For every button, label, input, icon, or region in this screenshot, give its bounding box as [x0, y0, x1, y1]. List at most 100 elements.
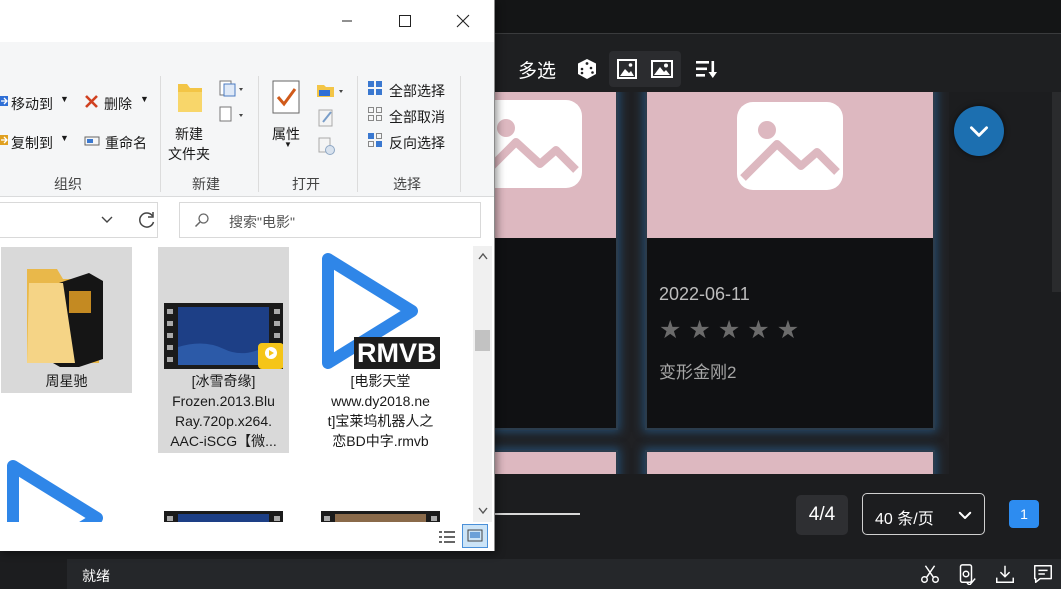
- select-none-icon: [368, 107, 382, 121]
- explorer-status-bar: [0, 522, 494, 551]
- thumbnail-placeholder: [647, 452, 933, 474]
- new-folder-icon: [178, 84, 202, 112]
- close-button[interactable]: [440, 0, 486, 42]
- file-explorer-window: ? 移动到 ▼ 删除 ▼ 复制到 ▼ 重命名 组织 新建 文件夹 新建 属性 ▼…: [0, 0, 495, 551]
- star-icon[interactable]: ★: [659, 318, 681, 343]
- status-text: 就绪: [82, 568, 110, 584]
- star-icon[interactable]: ★: [688, 318, 710, 343]
- edit-icon[interactable]: [318, 108, 336, 128]
- image-filled-icon[interactable]: [649, 56, 675, 82]
- sort-list-icon[interactable]: [693, 56, 719, 82]
- page-size-select[interactable]: 40 条/页: [862, 493, 985, 535]
- large-icons-view-button[interactable]: [462, 524, 488, 548]
- rmvb-badge: RMVB: [354, 337, 440, 369]
- new-folder-label-line1[interactable]: 新建: [175, 124, 203, 144]
- image-outline-icon[interactable]: [614, 56, 640, 82]
- ribbon-divider: [258, 76, 259, 192]
- properties-icon: [272, 80, 300, 114]
- file-item-folder[interactable]: 周星驰: [1, 247, 132, 393]
- play-file-icon[interactable]: [5, 458, 105, 522]
- easy-access-icon[interactable]: [219, 106, 247, 124]
- group-label-open: 打开: [292, 176, 320, 192]
- delete-button[interactable]: 删除: [104, 94, 132, 114]
- large-icons-view-icon: [467, 529, 483, 542]
- media-card[interactable]: [494, 92, 618, 430]
- dropdown-arrow-icon[interactable]: ▼: [140, 94, 149, 104]
- star-rating[interactable]: ★ ★ ★ ★ ★: [659, 318, 799, 343]
- invert-selection-button[interactable]: 反向选择: [389, 133, 445, 153]
- dropdown-arrow-icon[interactable]: ▼: [60, 133, 69, 143]
- media-card[interactable]: [494, 450, 618, 474]
- status-bar: [67, 559, 1061, 589]
- image-placeholder-icon: [737, 102, 843, 190]
- file-item-video[interactable]: [冰雪奇缘] Frozen.2013.Blu Ray.720p.x264. AA…: [158, 247, 289, 453]
- video-thumbnail-icon[interactable]: [164, 511, 283, 522]
- open-icon[interactable]: [316, 82, 346, 100]
- new-item-icon[interactable]: [219, 80, 247, 98]
- select-all-icon: [368, 81, 382, 95]
- chevron-down-icon: [958, 511, 972, 519]
- star-icon[interactable]: ★: [777, 318, 799, 343]
- screenshot-icon[interactable]: [955, 563, 977, 585]
- move-to-icon: [0, 96, 8, 106]
- copy-to-icon: [0, 135, 8, 145]
- chevron-down-icon[interactable]: [100, 215, 114, 225]
- close-icon: [456, 14, 470, 28]
- new-folder-label-line2[interactable]: 文件夹: [168, 144, 210, 164]
- card-title: 变形金刚2: [659, 363, 737, 382]
- maximize-button[interactable]: [382, 0, 428, 42]
- ribbon-divider: [357, 76, 358, 192]
- dropdown-arrow-icon[interactable]: ▼: [284, 140, 292, 149]
- select-none-button[interactable]: 全部取消: [389, 107, 445, 127]
- move-to-button[interactable]: 移动到: [11, 94, 53, 114]
- rename-button[interactable]: 重命名: [105, 133, 147, 153]
- select-all-button[interactable]: 全部选择: [389, 81, 445, 101]
- search-icon: [194, 213, 209, 228]
- details-view-icon[interactable]: [438, 529, 456, 545]
- copy-to-button[interactable]: 复制到: [11, 133, 53, 153]
- file-name: [冰雪奇缘] Frozen.2013.Blu Ray.720p.x264. AA…: [170, 373, 277, 449]
- image-placeholder-icon: [494, 100, 582, 188]
- dropdown-arrow-icon[interactable]: ▼: [60, 94, 69, 104]
- ribbon-divider: [160, 76, 161, 192]
- scroll-down-button[interactable]: [954, 106, 1004, 156]
- page-button-current[interactable]: 1: [1009, 500, 1039, 528]
- history-icon[interactable]: [318, 136, 336, 156]
- maximize-icon: [399, 15, 411, 27]
- download-icon[interactable]: [994, 563, 1016, 585]
- file-list: 周星驰 [冰雪奇缘] Frozen.2013.Blu Ray.720p.x264…: [0, 246, 472, 522]
- media-grid: 2022-06-11 ★ ★ ★ ★ ★ 变形金刚2: [494, 92, 949, 474]
- scissors-icon[interactable]: [919, 563, 941, 585]
- dice-icon[interactable]: [574, 56, 600, 82]
- file-item-rmvb[interactable]: RMVB [电影天堂 www.dy2018.ne t]宝莱坞机器人之 恋BD中字…: [315, 247, 446, 453]
- title-bar: ?: [0, 0, 494, 64]
- app-top-bar: [494, 0, 1061, 34]
- minimize-button[interactable]: [324, 0, 370, 42]
- message-icon[interactable]: [1032, 563, 1054, 585]
- vertical-scrollbar[interactable]: [473, 246, 492, 522]
- scroll-down-icon[interactable]: [478, 507, 488, 515]
- delete-icon: [85, 95, 98, 108]
- ribbon: 移动到 ▼ 删除 ▼ 复制到 ▼ 重命名 组织 新建 文件夹 新建 属性 ▼ 打…: [0, 42, 494, 197]
- address-bar[interactable]: [0, 202, 158, 238]
- invert-selection-icon: [368, 133, 382, 147]
- media-card[interactable]: 2022-06-11 ★ ★ ★ ★ ★ 变形金刚2: [645, 92, 935, 430]
- refresh-icon[interactable]: [137, 210, 157, 230]
- video-thumbnail-icon: [164, 303, 283, 369]
- scroll-up-icon[interactable]: [478, 252, 488, 260]
- star-icon[interactable]: ★: [747, 318, 769, 343]
- media-card[interactable]: [645, 450, 935, 474]
- side-scrollbar[interactable]: [1052, 92, 1061, 292]
- group-label-organize: 组织: [54, 176, 82, 192]
- group-label-select: 选择: [393, 176, 421, 192]
- file-name: [电影天堂 www.dy2018.ne t]宝莱坞机器人之 恋BD中字.rmvb: [327, 373, 434, 449]
- card-date: 2022-06-11: [659, 284, 750, 304]
- multiselect-button[interactable]: 多选: [518, 56, 556, 83]
- search-box[interactable]: 搜索"电影": [179, 202, 481, 238]
- star-icon[interactable]: ★: [718, 318, 740, 343]
- group-label-new: 新建: [192, 176, 220, 192]
- video-thumbnail-icon[interactable]: [321, 511, 440, 522]
- scrollbar-thumb[interactable]: [475, 330, 490, 351]
- progress-line: [494, 513, 580, 515]
- thumbnail-placeholder: [494, 92, 616, 238]
